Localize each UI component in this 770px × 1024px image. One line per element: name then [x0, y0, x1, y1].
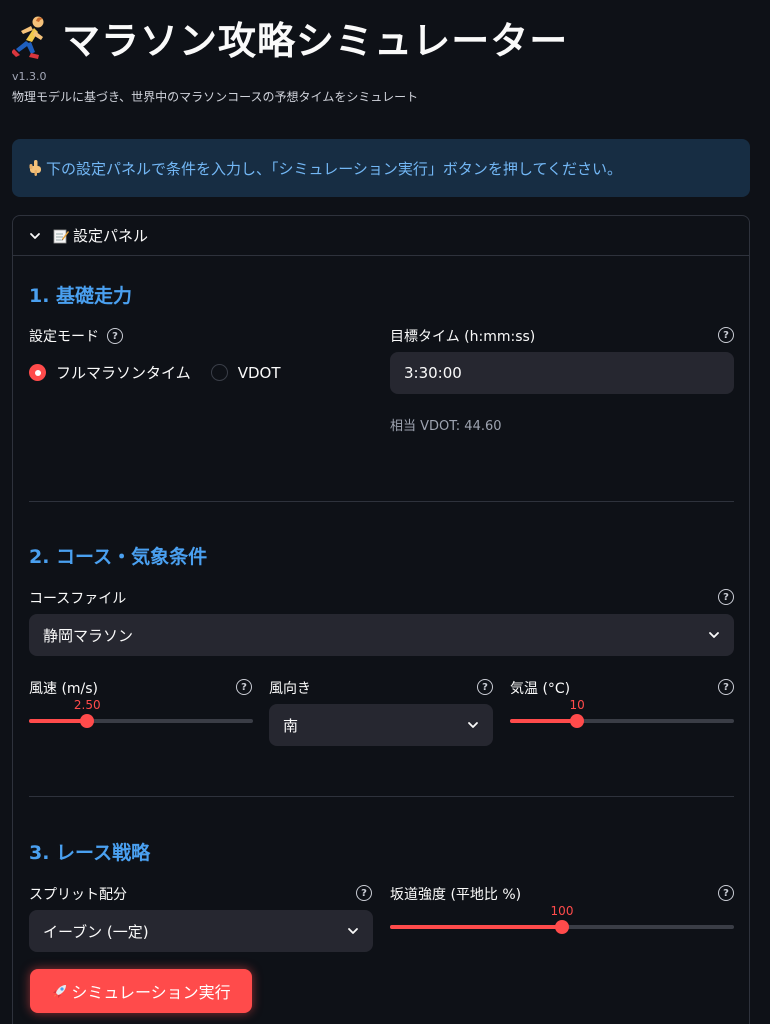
slope-value: 100 — [550, 904, 574, 918]
page-subtitle: 物理モデルに基づき、世界中のマラソンコースの予想タイムをシミュレート — [12, 90, 419, 104]
info-text: 下の設定パネルで条件を入力し、「シミュレーション実行」ボタンを押してください。 — [46, 159, 623, 178]
slider-fill — [510, 719, 578, 723]
divider — [29, 501, 734, 502]
vdot-caption: 相当 VDOT: 44.60 — [390, 419, 502, 434]
help-icon[interactable]: ? — [718, 885, 734, 901]
chevron-down-icon — [709, 632, 719, 638]
chevron-down-icon — [348, 928, 358, 934]
help-icon[interactable]: ? — [718, 589, 734, 605]
settings-panel: 設定パネル 1. 基礎走力 設定モード ? フルマラソンタイム VDOT 目標タ… — [12, 215, 750, 1024]
section-basic-ability-title: 1. 基礎走力 — [29, 285, 133, 307]
temperature-slider[interactable]: 10 — [510, 698, 734, 728]
slope-slider[interactable]: 100 — [390, 904, 734, 934]
app-header: マラソン攻略シミュレーター — [12, 10, 568, 65]
wind-speed-value: 2.50 — [73, 698, 101, 712]
running-person-icon — [12, 16, 44, 59]
radio-unchecked-icon — [210, 364, 228, 381]
split-label: スプリット配分 — [29, 887, 127, 903]
mode-option-vdot[interactable]: VDOT — [210, 363, 281, 382]
section-course-weather-title: 2. コース・気象条件 — [29, 546, 208, 568]
memo-icon — [53, 229, 69, 243]
course-file-select[interactable]: 静岡マラソン — [29, 614, 734, 656]
slider-fill — [390, 925, 562, 929]
mode-option-label: VDOT — [237, 363, 281, 382]
help-icon[interactable]: ? — [477, 679, 493, 695]
target-time-label: 目標タイム (h:mm:ss) — [390, 329, 536, 345]
help-icon[interactable]: ? — [718, 327, 734, 343]
temperature-value: 10 — [569, 698, 585, 712]
divider — [29, 796, 734, 797]
radio-checked-icon — [29, 364, 46, 381]
mode-radio-group: フルマラソンタイム VDOT — [29, 362, 300, 383]
mode-option-full-marathon[interactable]: フルマラソンタイム — [29, 362, 191, 383]
course-file-label: コースファイル — [29, 591, 127, 607]
run-simulation-label: シミュレーション実行 — [71, 983, 231, 1002]
wind-speed-slider[interactable]: 2.50 — [29, 698, 253, 728]
chevron-down-icon — [468, 722, 478, 728]
wind-direction-select[interactable]: 南 — [269, 704, 493, 746]
mode-option-label: フルマラソンタイム — [56, 364, 191, 382]
page-title: マラソン攻略シミュレーター — [62, 19, 569, 63]
slider-thumb[interactable] — [570, 714, 585, 728]
info-alert: 下の設定パネルで条件を入力し、「シミュレーション実行」ボタンを押してください。 — [12, 139, 750, 197]
wind-speed-label: 風速 (m/s) — [29, 681, 99, 697]
pointing-down-hand-icon — [29, 160, 41, 176]
mode-label: 設定モード ? — [29, 326, 123, 346]
help-icon[interactable]: ? — [718, 679, 734, 695]
chevron-down-icon — [30, 232, 40, 239]
version-label: v1.3.0 — [12, 70, 47, 83]
section-race-strategy-title: 3. レース戦略 — [29, 842, 151, 864]
split-select[interactable]: イーブン (一定) — [29, 910, 373, 952]
run-simulation-button[interactable]: シミュレーション実行 — [30, 969, 252, 1013]
wind-direction-value: 南 — [283, 716, 299, 735]
slider-thumb[interactable] — [80, 714, 95, 728]
slider-thumb[interactable] — [555, 920, 569, 934]
slider-fill — [29, 719, 88, 723]
help-icon[interactable]: ? — [107, 328, 123, 344]
rocket-icon — [53, 985, 67, 998]
split-value: イーブン (一定) — [43, 922, 149, 941]
settings-panel-header[interactable]: 設定パネル — [13, 216, 749, 256]
settings-panel-title: 設定パネル — [73, 227, 149, 245]
mode-label-text: 設定モード — [29, 329, 99, 345]
help-icon[interactable]: ? — [236, 679, 252, 695]
course-file-value: 静岡マラソン — [43, 626, 134, 645]
help-icon[interactable]: ? — [356, 885, 372, 901]
temperature-label: 気温 (°C) — [510, 681, 571, 697]
slope-label: 坂道強度 (平地比 %) — [390, 887, 522, 903]
target-time-input[interactable]: 3:30:00 — [390, 352, 734, 394]
wind-direction-label: 風向き — [269, 681, 311, 697]
